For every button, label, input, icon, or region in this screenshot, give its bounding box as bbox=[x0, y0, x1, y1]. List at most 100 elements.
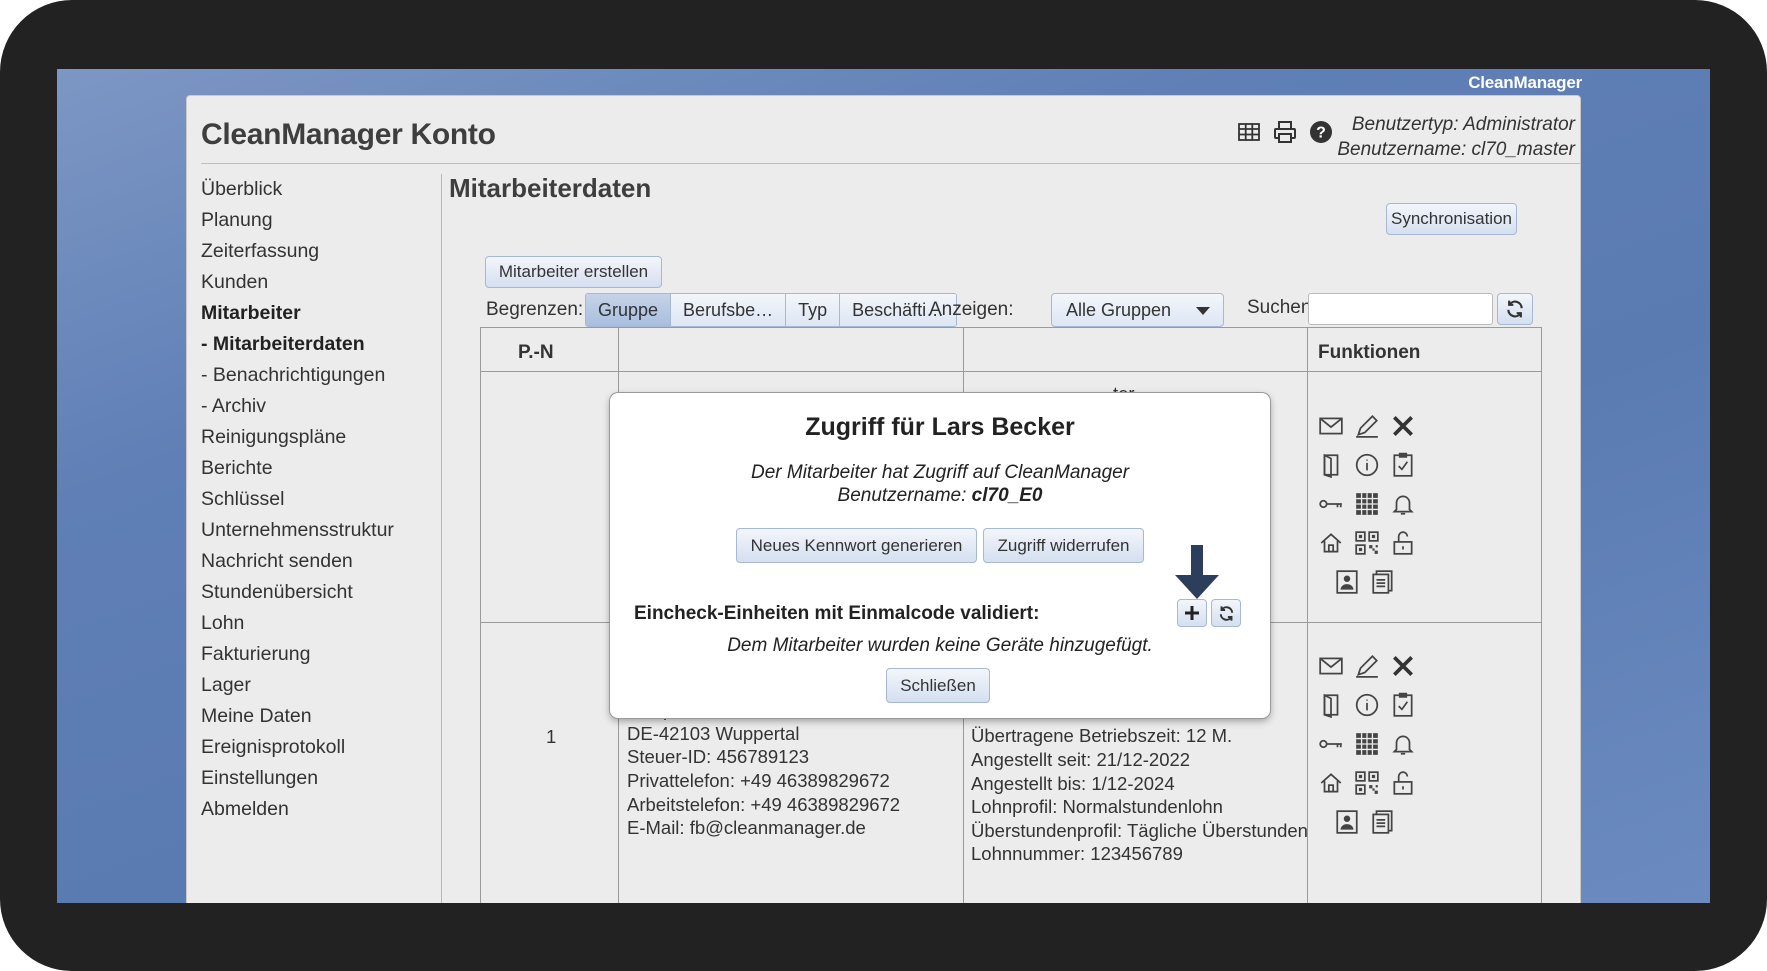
filter-berufsbezeichnung[interactable]: Berufsbe… bbox=[671, 294, 787, 326]
device-frame: CleanManager CleanManager Konto ? Benutz… bbox=[0, 0, 1767, 971]
sidebar-item[interactable]: - Benachrichtigungen bbox=[201, 360, 421, 391]
filter-segments: Gruppe Berufsbe… Typ Beschäfti… bbox=[585, 293, 958, 327]
sidebar-item[interactable]: Unternehmensstruktur bbox=[201, 515, 421, 546]
checklist-icon[interactable] bbox=[1389, 691, 1417, 719]
key-icon[interactable] bbox=[1317, 490, 1345, 518]
mail-icon[interactable] bbox=[1317, 652, 1345, 680]
sidebar-item[interactable]: Lohn bbox=[201, 608, 421, 639]
id-card-icon[interactable] bbox=[1333, 808, 1361, 836]
user-name: Benutzername: cl70_master bbox=[1337, 139, 1575, 160]
refresh-devices-button[interactable] bbox=[1211, 599, 1241, 627]
checkin-label: Eincheck-Einheiten mit Einmalcode validi… bbox=[634, 603, 1040, 624]
user-info: Benutzertyp: Administrator Benutzername:… bbox=[1337, 112, 1575, 162]
refresh-icon bbox=[1507, 300, 1523, 318]
revoke-access-button[interactable]: Zugriff widerrufen bbox=[983, 528, 1144, 563]
generate-password-button[interactable]: Neues Kennwort generieren bbox=[736, 528, 977, 563]
sidebar-item[interactable]: Mitarbeiter bbox=[201, 298, 421, 329]
sidebar-item[interactable]: Fakturierung bbox=[201, 639, 421, 670]
group-select-value: Alle Gruppen bbox=[1066, 300, 1172, 320]
table-icon[interactable] bbox=[1237, 120, 1261, 144]
sidebar-item[interactable]: Abmelden bbox=[201, 794, 421, 825]
sidebar-item[interactable]: Nachricht senden bbox=[201, 546, 421, 577]
document-icon[interactable] bbox=[1369, 568, 1397, 596]
sidebar-item[interactable]: Planung bbox=[201, 205, 421, 236]
synchronisation-button[interactable]: Synchronisation bbox=[1386, 203, 1517, 235]
sidebar-item[interactable]: Reinigungspläne bbox=[201, 422, 421, 453]
user-type: Benutzertyp: Administrator bbox=[1351, 114, 1575, 135]
text-line: Lohnprofil: Normalstundenlohn bbox=[971, 796, 1223, 818]
home-icon[interactable] bbox=[1317, 529, 1345, 557]
text-line: Überstundenprofil: Tägliche Überstunden bbox=[971, 819, 1308, 841]
door-icon[interactable] bbox=[1317, 691, 1345, 719]
sidebar-item[interactable]: Ereignisprotokoll bbox=[201, 732, 421, 763]
sidebar-item[interactable]: Zeiterfassung bbox=[201, 236, 421, 267]
document-icon[interactable] bbox=[1369, 808, 1397, 836]
username-value: cl70_E0 bbox=[971, 485, 1043, 506]
help-icon[interactable]: ? bbox=[1309, 120, 1333, 144]
add-device-button[interactable] bbox=[1177, 599, 1207, 627]
edit-icon[interactable] bbox=[1353, 652, 1381, 680]
mail-icon[interactable] bbox=[1317, 412, 1345, 440]
text-line: Arbeitstelefon: +49 46389829672 bbox=[627, 793, 901, 815]
filter-typ[interactable]: Typ bbox=[786, 294, 841, 326]
text-line: Lohnnummer: 123456789 bbox=[971, 843, 1183, 865]
plus-icon bbox=[1185, 606, 1199, 620]
sidebar-item[interactable]: - Archiv bbox=[201, 391, 421, 422]
arrow-down-icon bbox=[1175, 545, 1219, 599]
unlock-icon[interactable] bbox=[1389, 769, 1417, 797]
row1-function-icons bbox=[1317, 412, 1425, 596]
delete-icon[interactable] bbox=[1389, 412, 1417, 440]
key-icon[interactable] bbox=[1317, 730, 1345, 758]
unlock-icon[interactable] bbox=[1389, 529, 1417, 557]
sidebar-item[interactable]: Schlüssel bbox=[201, 484, 421, 515]
header-divider bbox=[201, 163, 1580, 164]
search-input[interactable] bbox=[1308, 293, 1493, 325]
header-pnr[interactable]: P.-N bbox=[518, 342, 554, 364]
filter-label: Begrenzen: bbox=[486, 299, 584, 320]
qr-code-icon[interactable] bbox=[1353, 529, 1381, 557]
create-employee-button[interactable]: Mitarbeiter erstellen bbox=[485, 256, 662, 288]
search-label: Suchen: bbox=[1247, 297, 1317, 318]
refresh-icon bbox=[1219, 605, 1233, 621]
id-card-icon[interactable] bbox=[1333, 568, 1361, 596]
sidebar-item[interactable]: Stundenübersicht bbox=[201, 577, 421, 608]
info-icon[interactable] bbox=[1353, 451, 1381, 479]
info-icon[interactable] bbox=[1353, 691, 1381, 719]
group-select[interactable]: Alle Gruppen bbox=[1051, 293, 1224, 327]
checklist-icon[interactable] bbox=[1389, 451, 1417, 479]
sidebar-item[interactable]: Lager bbox=[201, 670, 421, 701]
keypad-icon[interactable] bbox=[1353, 490, 1381, 518]
door-icon[interactable] bbox=[1317, 451, 1345, 479]
show-label: Anzeigen: bbox=[929, 299, 1014, 320]
text-line: Privattelefon: +49 46389829672 bbox=[627, 769, 890, 791]
svg-text:?: ? bbox=[1316, 125, 1326, 142]
sidebar-item[interactable]: Berichte bbox=[201, 453, 421, 484]
dialog-title: Zugriff für Lars Becker bbox=[805, 413, 1075, 441]
sidebar-divider bbox=[441, 174, 442, 903]
sidebar-item[interactable]: Kunden bbox=[201, 267, 421, 298]
sidebar-item[interactable]: Meine Daten bbox=[201, 701, 421, 732]
sidebar-item[interactable]: - Mitarbeiterdaten bbox=[201, 329, 421, 360]
no-devices-text: Dem Mitarbeiter wurden keine Geräte hinz… bbox=[727, 635, 1153, 656]
qr-code-icon[interactable] bbox=[1353, 769, 1381, 797]
edit-icon[interactable] bbox=[1353, 412, 1381, 440]
sidebar-item[interactable]: Überblick bbox=[201, 174, 421, 205]
brand-label: CleanManager bbox=[1468, 73, 1582, 92]
filter-gruppe[interactable]: Gruppe bbox=[586, 294, 672, 326]
text-line: Übertragene Betriebszeit: 12 M. bbox=[971, 725, 1233, 747]
text-line: Angestellt bis: 1/12-2024 bbox=[971, 772, 1175, 794]
bell-icon[interactable] bbox=[1389, 730, 1417, 758]
refresh-button[interactable] bbox=[1497, 293, 1533, 325]
sidebar-item[interactable]: Einstellungen bbox=[201, 763, 421, 794]
username-line: Benutzername: cl70_E0 bbox=[610, 485, 1270, 507]
close-button[interactable]: Schließen bbox=[886, 668, 990, 703]
home-icon[interactable] bbox=[1317, 769, 1345, 797]
keypad-icon[interactable] bbox=[1353, 730, 1381, 758]
access-dialog: Zugriff für Lars Becker Der Mitarbeiter … bbox=[610, 393, 1270, 718]
bell-icon[interactable] bbox=[1389, 490, 1417, 518]
delete-icon[interactable] bbox=[1389, 652, 1417, 680]
text-line: DE-42103 Wuppertal bbox=[627, 722, 800, 744]
screen: CleanManager CleanManager Konto ? Benutz… bbox=[57, 69, 1710, 903]
header-icons: ? bbox=[1237, 120, 1333, 144]
print-icon[interactable] bbox=[1273, 120, 1297, 144]
